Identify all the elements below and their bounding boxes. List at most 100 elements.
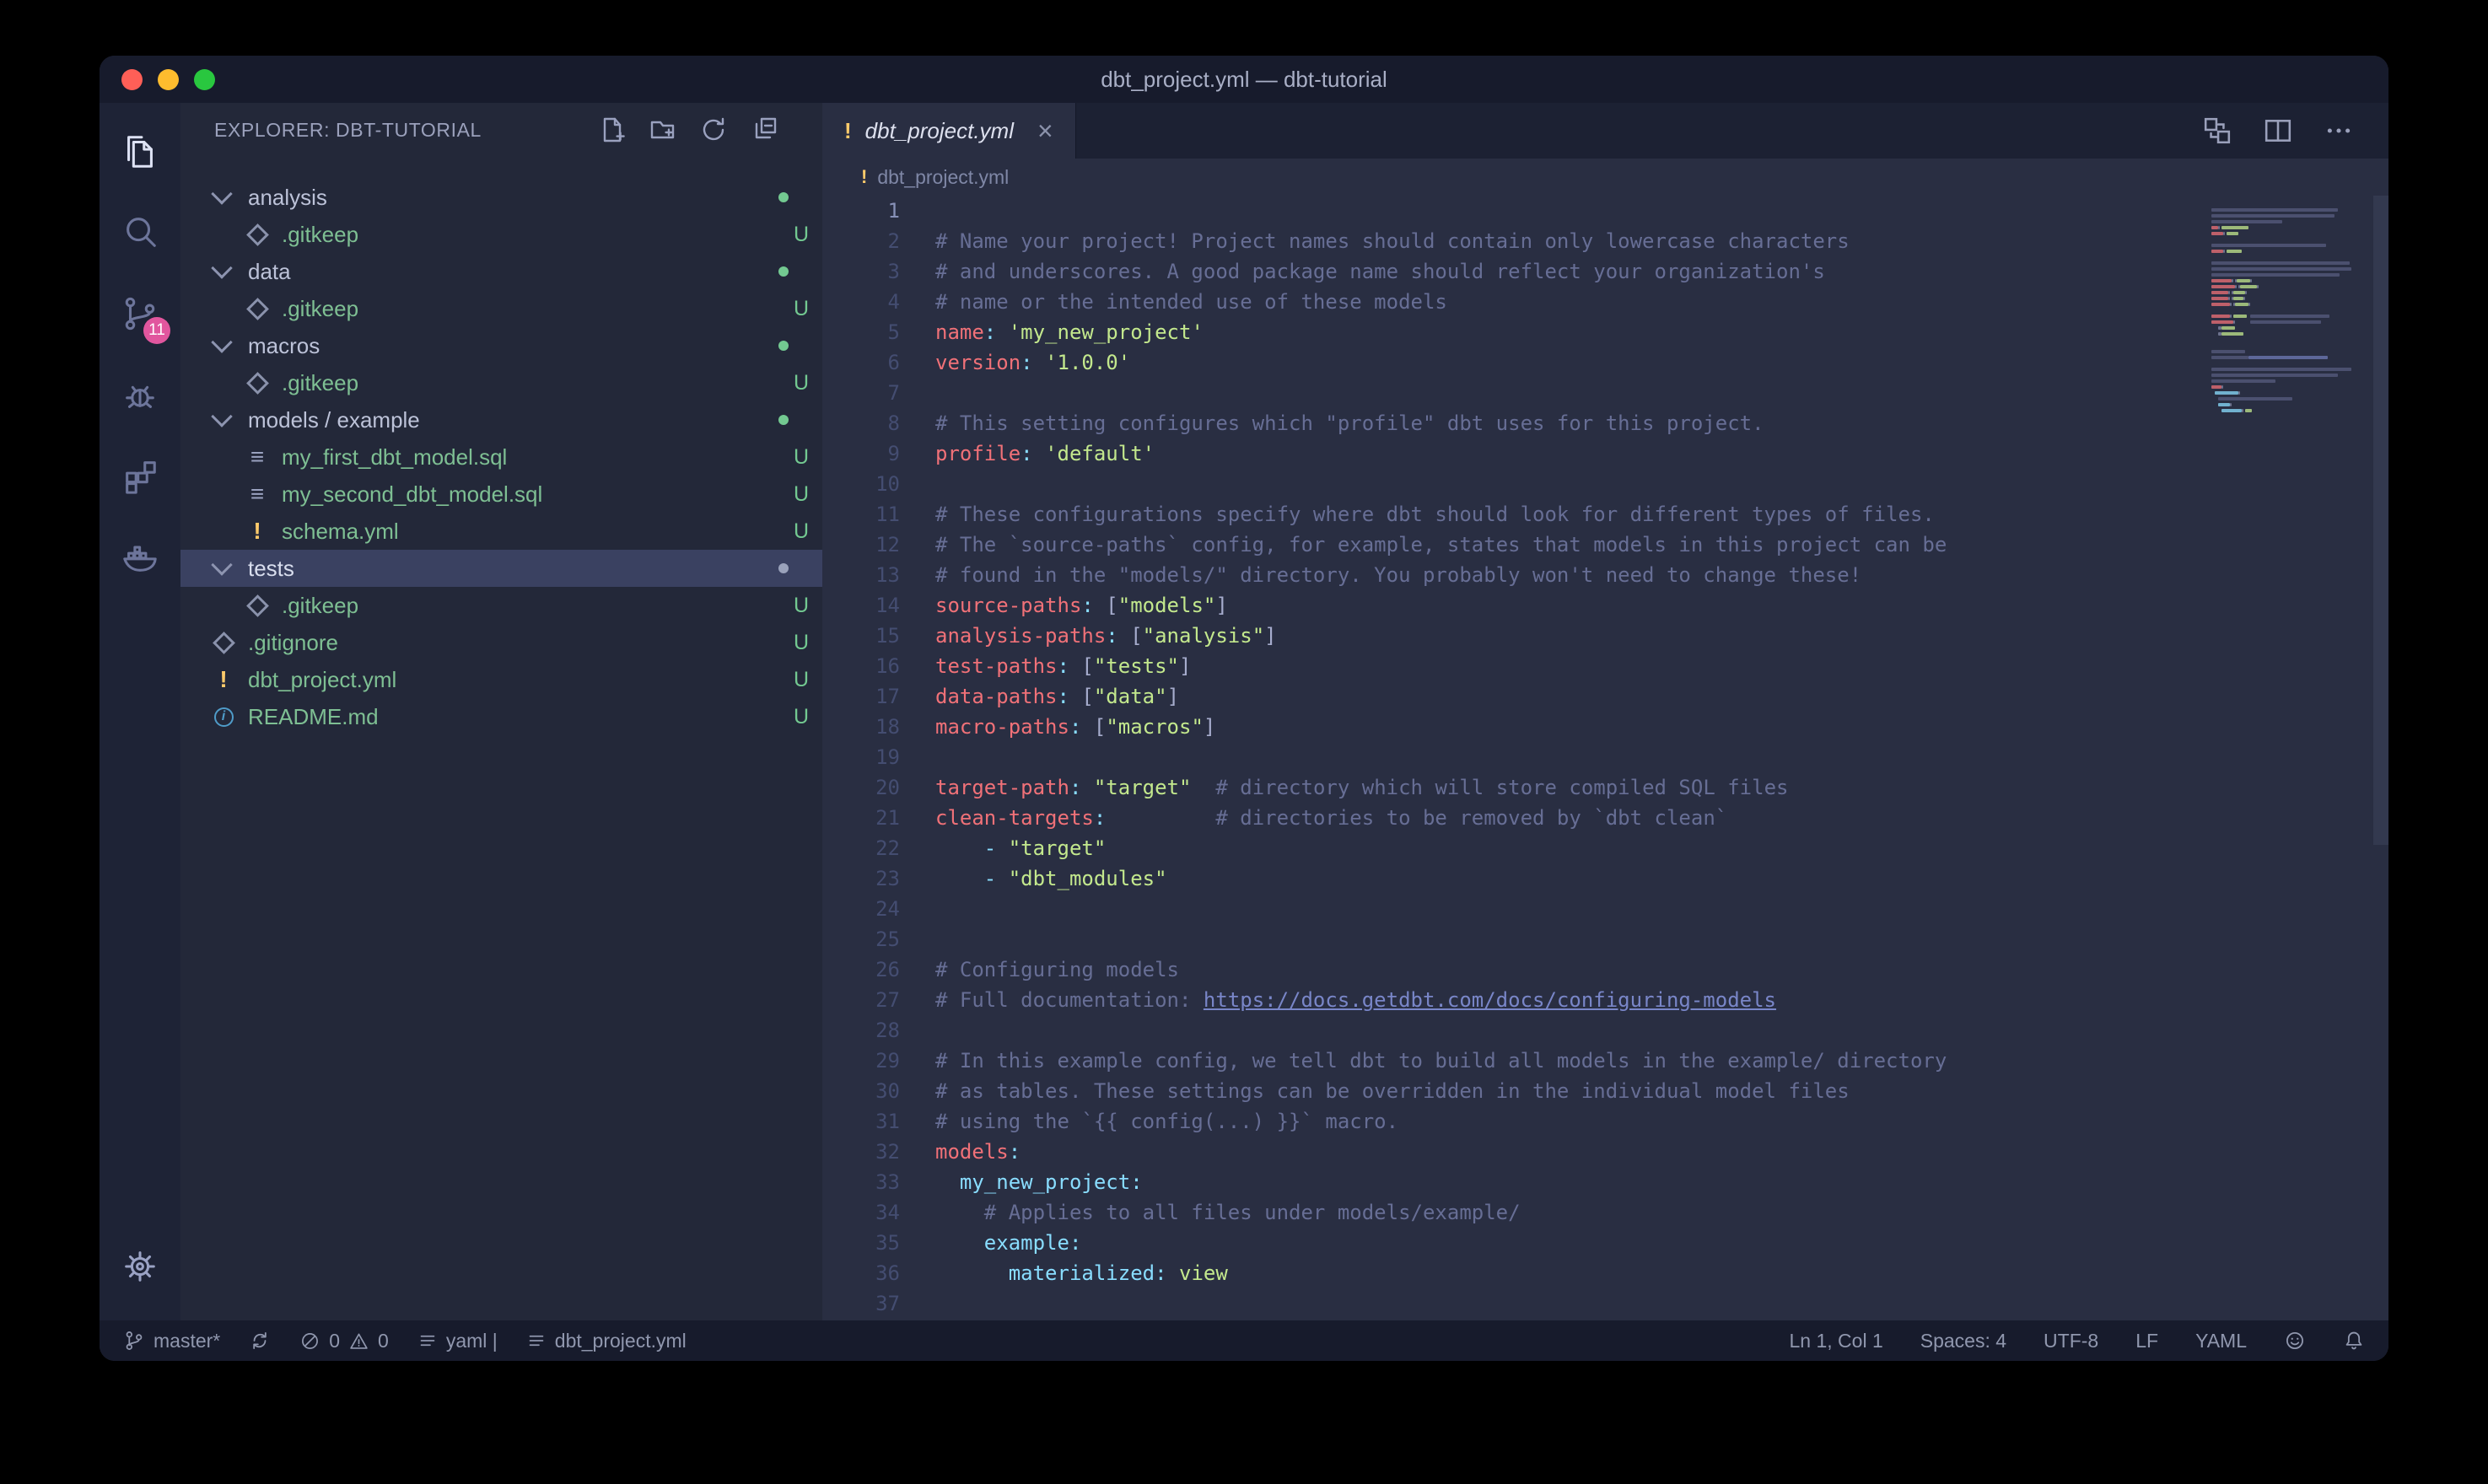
code-text [900, 196, 935, 226]
tree-item[interactable]: !schema.ymlU [180, 513, 822, 550]
open-changes-button[interactable] [2203, 116, 2232, 145]
code-line[interactable]: 37 [822, 1288, 2388, 1319]
dbt-file-status[interactable]: dbt_project.yml [526, 1330, 687, 1352]
git-file-icon [245, 301, 270, 317]
errors-icon [299, 1331, 320, 1352]
chevron-down-icon [211, 183, 232, 204]
minimap-line [2211, 344, 2367, 350]
tree-item[interactable]: macros [180, 327, 822, 364]
code-line[interactable]: 5name: 'my_new_project' [822, 317, 2388, 347]
code-line[interactable]: 27# Full documentation: https://docs.get… [822, 985, 2388, 1015]
activity-explorer[interactable] [100, 111, 180, 192]
activity-debug[interactable] [100, 354, 180, 435]
branch-status[interactable]: master* [123, 1330, 220, 1352]
tree-item[interactable]: .gitignoreU [180, 624, 822, 661]
zoom-button[interactable] [194, 69, 215, 90]
line-number: 16 [822, 651, 900, 681]
collapse-folders-button[interactable] [750, 116, 778, 144]
code-line[interactable]: 2# Name your project! Project names shou… [822, 226, 2388, 256]
code-line[interactable]: 16test-paths: ["tests"] [822, 651, 2388, 681]
code-line[interactable]: 14source-paths: ["models"] [822, 590, 2388, 621]
code-line[interactable]: 12# The `source-paths` config, for examp… [822, 530, 2388, 560]
code-line[interactable]: 29# In this example config, we tell dbt … [822, 1046, 2388, 1076]
tree-item[interactable]: !dbt_project.ymlU [180, 661, 822, 698]
tree-item[interactable]: iREADME.mdU [180, 698, 822, 735]
code-editor[interactable]: 12# Name your project! Project names sho… [822, 196, 2388, 1320]
activity-source-control[interactable]: 11 [100, 273, 180, 354]
line-number: 35 [822, 1228, 900, 1258]
tree-item[interactable]: data [180, 253, 822, 290]
code-line[interactable]: 9profile: 'default' [822, 438, 2388, 469]
tree-item[interactable]: .gitkeepU [180, 364, 822, 401]
breadcrumb[interactable]: ! dbt_project.yml [822, 159, 2388, 196]
more-actions-button[interactable] [2324, 116, 2353, 145]
git-branch-icon [123, 1330, 145, 1352]
tree-item[interactable]: ≡my_second_dbt_model.sqlU [180, 476, 822, 513]
tree-item[interactable]: .gitkeepU [180, 216, 822, 253]
code-line[interactable]: 18macro-paths: ["macros"] [822, 712, 2388, 742]
code-line[interactable]: 21clean-targets: # directories to be rem… [822, 803, 2388, 833]
git-status-badge: U [794, 482, 809, 507]
minimap[interactable] [2211, 202, 2367, 421]
code-line[interactable]: 34 # Applies to all files under models/e… [822, 1197, 2388, 1228]
settings-gear-button[interactable] [100, 1226, 180, 1307]
notifications-button[interactable] [2343, 1330, 2365, 1352]
code-line[interactable]: 25 [822, 924, 2388, 954]
code-line[interactable]: 23 - "dbt_modules" [822, 863, 2388, 894]
activity-docker[interactable] [100, 516, 180, 597]
indentation-status[interactable]: Spaces: 4 [1920, 1330, 2006, 1352]
encoding-status[interactable]: UTF-8 [2044, 1330, 2098, 1352]
code-line[interactable]: 7 [822, 378, 2388, 408]
tree-item[interactable]: tests [180, 550, 822, 587]
code-line[interactable]: 10 [822, 469, 2388, 499]
split-editor-button[interactable] [2264, 116, 2292, 145]
code-line[interactable]: 30# as tables. These settings can be ove… [822, 1076, 2388, 1106]
feedback-button[interactable] [2284, 1330, 2306, 1352]
tree-item[interactable]: models / example [180, 401, 822, 438]
code-line[interactable]: 33 my_new_project: [822, 1167, 2388, 1197]
code-line[interactable]: 28 [822, 1015, 2388, 1046]
tree-item[interactable]: .gitkeepU [180, 290, 822, 327]
language-mode-status[interactable]: YAML [2195, 1330, 2247, 1352]
sync-button[interactable] [249, 1330, 271, 1352]
activity-extensions[interactable] [100, 435, 180, 516]
code-line[interactable]: 15analysis-paths: ["analysis"] [822, 621, 2388, 651]
code-text: # using the `{{ config(...) }}` macro. [900, 1106, 1398, 1137]
code-line[interactable]: 8# This setting configures which "profil… [822, 408, 2388, 438]
editor-scrollbar[interactable] [2373, 196, 2388, 845]
code-line[interactable]: 1 [822, 196, 2388, 226]
new-file-button[interactable] [598, 116, 627, 144]
code-line[interactable]: 3# and underscores. A good package name … [822, 256, 2388, 287]
yaml-schema-status[interactable]: yaml | [417, 1330, 498, 1352]
code-line[interactable]: 11# These configurations specify where d… [822, 499, 2388, 530]
code-line[interactable]: 17data-paths: ["data"] [822, 681, 2388, 712]
close-button[interactable] [121, 69, 143, 90]
tree-item[interactable]: .gitkeepU [180, 587, 822, 624]
tab-dbt-project-yml[interactable]: ! dbt_project.yml × [822, 103, 1076, 159]
code-line[interactable]: 20target-path: "target" # directory whic… [822, 772, 2388, 803]
code-line[interactable]: 26# Configuring models [822, 954, 2388, 985]
code-line[interactable]: 31# using the `{{ config(...) }}` macro. [822, 1106, 2388, 1137]
minimize-button[interactable] [158, 69, 179, 90]
code-line[interactable]: 4# name or the intended use of these mod… [822, 287, 2388, 317]
code-line[interactable]: 36 materialized: view [822, 1258, 2388, 1288]
code-line[interactable]: 24 [822, 894, 2388, 924]
code-line[interactable]: 19 [822, 742, 2388, 772]
code-line[interactable]: 35 example: [822, 1228, 2388, 1258]
code-text: data-paths: ["data"] [900, 681, 1179, 712]
code-line[interactable]: 13# found in the "models/" directory. Yo… [822, 560, 2388, 590]
eol-status[interactable]: LF [2135, 1330, 2158, 1352]
cursor-position-status[interactable]: Ln 1, Col 1 [1790, 1330, 1883, 1352]
tree-item[interactable]: analysis [180, 179, 822, 216]
tree-item[interactable]: ≡my_first_dbt_model.sqlU [180, 438, 822, 476]
code-line[interactable]: 6version: '1.0.0' [822, 347, 2388, 378]
new-folder-button[interactable] [649, 116, 677, 144]
activity-search[interactable] [100, 192, 180, 273]
line-number: 33 [822, 1167, 900, 1197]
code-text: target-path: "target" # directory which … [900, 772, 1788, 803]
code-line[interactable]: 32models: [822, 1137, 2388, 1167]
problems-status[interactable]: 0 0 [299, 1330, 389, 1352]
refresh-explorer-button[interactable] [699, 116, 728, 144]
close-tab-button[interactable]: × [1037, 117, 1053, 144]
code-line[interactable]: 22 - "target" [822, 833, 2388, 863]
